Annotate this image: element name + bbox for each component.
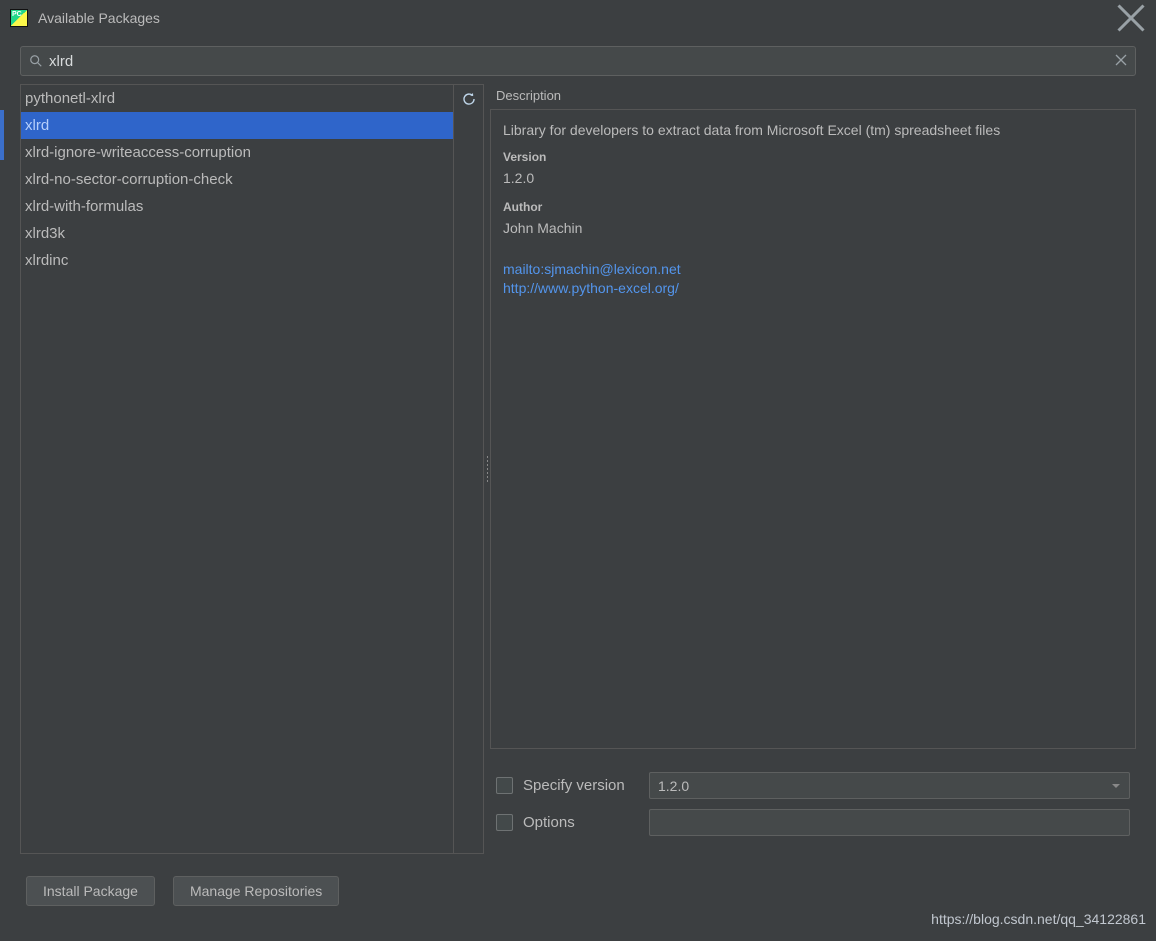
package-item[interactable]: xlrd-with-formulas <box>21 193 453 220</box>
author-label: Author <box>503 200 1123 214</box>
version-select-value: 1.2.0 <box>658 778 689 794</box>
watermark-text: https://blog.csdn.net/qq_34122861 <box>931 911 1146 927</box>
package-item[interactable]: xlrd <box>21 112 453 139</box>
options-checkbox[interactable] <box>496 814 513 831</box>
specify-version-label: Specify version <box>523 777 649 794</box>
pycharm-icon <box>10 9 28 27</box>
version-label: Version <box>503 150 1123 164</box>
version-select[interactable]: 1.2.0 <box>649 772 1130 799</box>
description-box: Library for developers to extract data f… <box>490 109 1136 749</box>
search-icon <box>29 54 43 68</box>
manage-repositories-button[interactable]: Manage Repositories <box>173 876 339 906</box>
package-list[interactable]: pythonetl-xlrdxlrdxlrd-ignore-writeacces… <box>21 85 453 853</box>
mailto-link[interactable]: mailto:sjmachin@lexicon.net <box>503 260 1123 279</box>
clear-search-icon[interactable] <box>1115 53 1127 70</box>
description-section-title: Description <box>490 84 1136 109</box>
install-package-button[interactable]: Install Package <box>26 876 155 906</box>
homepage-link[interactable]: http://www.python-excel.org/ <box>503 279 1123 298</box>
package-item[interactable]: xlrd-no-sector-corruption-check <box>21 166 453 193</box>
package-item[interactable]: xlrdinc <box>21 247 453 274</box>
package-version: 1.2.0 <box>503 170 1123 186</box>
options-input[interactable] <box>649 809 1130 836</box>
search-box[interactable] <box>20 46 1136 76</box>
package-item[interactable]: xlrd3k <box>21 220 453 247</box>
search-input[interactable] <box>49 53 1115 70</box>
package-description: Library for developers to extract data f… <box>503 122 1123 138</box>
detail-panel: Description Library for developers to ex… <box>490 84 1136 854</box>
titlebar: Available Packages <box>0 0 1156 36</box>
close-icon[interactable] <box>1116 3 1146 33</box>
refresh-icon[interactable] <box>461 91 477 112</box>
package-item[interactable]: xlrd-ignore-writeaccess-corruption <box>21 139 453 166</box>
options-label: Options <box>523 814 649 831</box>
package-list-container: pythonetl-xlrdxlrdxlrd-ignore-writeacces… <box>20 84 484 854</box>
window-title: Available Packages <box>38 10 160 26</box>
package-item[interactable]: pythonetl-xlrd <box>21 85 453 112</box>
package-author: John Machin <box>503 220 1123 236</box>
specify-version-checkbox[interactable] <box>496 777 513 794</box>
left-accent-bar <box>0 110 4 160</box>
chevron-down-icon <box>1111 778 1121 794</box>
